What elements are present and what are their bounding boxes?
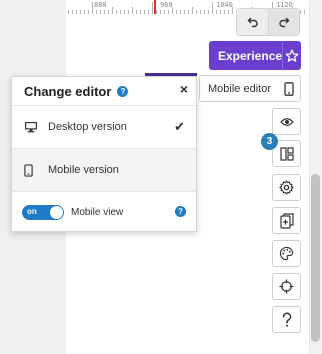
pages-icon [279, 212, 294, 229]
undo-button[interactable] [237, 9, 268, 35]
ruler-label: 880 [94, 1, 107, 9]
star-icon[interactable] [282, 41, 301, 70]
checkmark-icon: ✔ [174, 119, 185, 134]
desktop-version-label: Desktop version [48, 121, 127, 133]
toggle-knob [50, 205, 63, 219]
undo-icon [247, 17, 258, 28]
settings-button[interactable] [272, 174, 301, 201]
help-circle-icon[interactable]: ? [117, 85, 129, 97]
experience-label: Experience [218, 48, 283, 63]
layout-icon [279, 146, 294, 161]
redo-icon [279, 17, 290, 28]
mobile-phone-icon [278, 81, 300, 96]
mobile-phone-icon [24, 163, 48, 177]
design-button[interactable] [272, 240, 301, 267]
scrollbar-thumb[interactable] [311, 174, 320, 342]
mobile-view-toggle[interactable]: on [22, 204, 64, 220]
gear-icon [279, 180, 294, 195]
notification-badge: 3 [261, 133, 278, 150]
help-button[interactable] [272, 306, 301, 333]
panel-title: Change editor [24, 83, 112, 99]
toggle-state-label: on [27, 206, 37, 216]
experience-button[interactable]: Experience [209, 41, 301, 70]
eye-icon [279, 117, 294, 126]
panel-header: Change editor ? × [12, 77, 196, 106]
mobile-editor-label: Mobile editor [208, 82, 271, 95]
redo-button[interactable] [268, 9, 299, 35]
pages-button[interactable] [272, 207, 301, 234]
mobile-version-label: Mobile version [48, 164, 119, 176]
ruler-label: 1040 [216, 1, 233, 9]
desktop-icon [24, 121, 48, 133]
mobile-editor-button[interactable]: Mobile editor [199, 75, 301, 102]
question-mark-icon [282, 312, 291, 327]
desktop-version-option[interactable]: Desktop version ✔ [12, 106, 196, 149]
ruler-label: 960 [160, 1, 173, 9]
mobile-view-row: on Mobile view ? [12, 192, 196, 232]
crosshair-icon [279, 279, 294, 294]
mobile-view-label: Mobile view [71, 206, 124, 218]
change-editor-panel: Change editor ? × Desktop version ✔ Mobi… [11, 76, 197, 232]
preview-button[interactable] [272, 108, 301, 135]
help-circle-icon[interactable]: ? [175, 206, 186, 217]
undo-redo-group [236, 8, 300, 36]
ruler-position-marker[interactable] [154, 0, 156, 14]
close-icon[interactable]: × [180, 81, 188, 97]
palette-icon [279, 246, 294, 261]
mobile-version-option[interactable]: Mobile version [12, 149, 196, 192]
target-button[interactable] [272, 273, 301, 300]
